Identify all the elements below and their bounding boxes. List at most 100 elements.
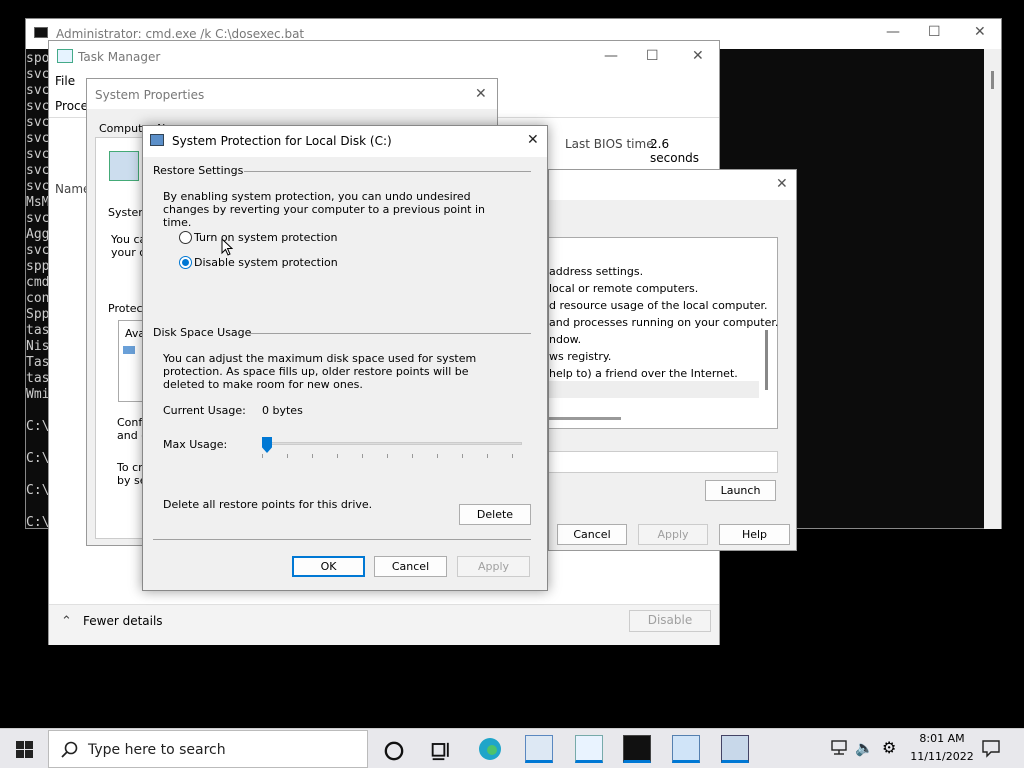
- fewer-details-link[interactable]: Fewer details: [83, 614, 163, 628]
- disable-label[interactable]: Disable system protection: [194, 256, 338, 269]
- slider-tick: [412, 454, 413, 458]
- cmd-line: C:\: [26, 483, 50, 498]
- cmd-line: spp: [26, 259, 50, 274]
- max-usage-slider[interactable]: [262, 437, 522, 466]
- cmd-line: Wmi: [26, 387, 50, 402]
- cmd-line: svc: [26, 67, 50, 82]
- task-manager-title: Task Manager: [78, 50, 161, 64]
- tool-description[interactable]: address settings.: [549, 265, 643, 278]
- cmd-line: MsM: [26, 195, 50, 210]
- cancel-button[interactable]: Cancel: [374, 556, 447, 577]
- cancel-button[interactable]: Cancel: [557, 524, 627, 545]
- minimize-icon[interactable]: —: [886, 25, 900, 39]
- taskbar-search[interactable]: Type here to search: [48, 730, 368, 768]
- cmd-line: C:\: [26, 419, 50, 434]
- minimize-icon[interactable]: —: [604, 49, 618, 63]
- cmd-line: svc: [26, 243, 50, 258]
- apply-button[interactable]: Apply: [638, 524, 708, 545]
- cmd-line: C:\: [26, 451, 50, 466]
- cmd-line: svc: [26, 83, 50, 98]
- restore-settings-heading: Restore Settings: [153, 164, 244, 177]
- start-icon[interactable]: [16, 741, 33, 758]
- sp-text-1: You ca: [111, 233, 147, 246]
- delete-text: Delete all restore points for this drive…: [163, 498, 373, 511]
- close-icon[interactable]: ✕: [974, 25, 986, 39]
- task-view-icon[interactable]: [428, 737, 456, 765]
- system-configuration-window[interactable]: ✕ address settings. local or remote compu…: [548, 169, 797, 551]
- cmd-line: con: [26, 291, 50, 306]
- sp-text-5: To cr: [117, 461, 143, 474]
- chevron-up-icon[interactable]: ⌃: [61, 614, 72, 629]
- system-config-app-icon[interactable]: [525, 735, 553, 763]
- cmd-line: Nis: [26, 339, 50, 354]
- cmd-line: Spp: [26, 307, 50, 322]
- delete-button[interactable]: Delete: [459, 504, 531, 525]
- slider-tick: [487, 454, 488, 458]
- close-icon[interactable]: ✕: [692, 49, 704, 63]
- cmd-line: svc: [26, 211, 50, 226]
- volume-icon[interactable]: 🔈: [855, 739, 874, 757]
- notifications-icon[interactable]: [982, 740, 1000, 758]
- tool-description[interactable]: and processes running on your computer.: [549, 316, 778, 329]
- dialog-titlebar[interactable]: System Protection for Local Disk (C:) ✕: [143, 126, 547, 157]
- cmd-line: [26, 467, 49, 483]
- settings-gear-icon[interactable]: ⚙: [882, 738, 896, 757]
- close-icon[interactable]: ✕: [527, 133, 539, 147]
- drive-icon: [123, 346, 135, 354]
- current-usage-value: 0 bytes: [262, 404, 303, 417]
- tool-description[interactable]: local or remote computers.: [549, 282, 698, 295]
- turn-on-label[interactable]: Turn on system protection: [194, 231, 337, 244]
- system-protection-dialog[interactable]: System Protection for Local Disk (C:) ✕ …: [142, 125, 548, 591]
- bios-label: Last BIOS time:: [565, 137, 658, 151]
- menu-file[interactable]: File: [55, 74, 75, 88]
- task-manager-icon: [57, 49, 73, 63]
- tool-description[interactable]: help to) a friend over the Internet.: [549, 367, 738, 380]
- cmd-line: svc: [26, 163, 50, 178]
- network-icon[interactable]: [830, 740, 848, 756]
- cmd-app-icon[interactable]: [623, 735, 651, 763]
- close-icon[interactable]: ✕: [776, 177, 788, 191]
- search-icon: [61, 741, 78, 758]
- slider-tick: [312, 454, 313, 458]
- maximize-icon[interactable]: ☐: [928, 25, 941, 39]
- dialog-title: System Protection for Local Disk (C:): [172, 134, 392, 148]
- search-placeholder: Type here to search: [88, 742, 226, 758]
- maximize-icon[interactable]: ☐: [646, 49, 659, 63]
- cmd-line: cmd: [26, 275, 50, 290]
- clock-time[interactable]: 8:01 AM: [908, 732, 976, 745]
- cmd-line: svc: [26, 179, 50, 194]
- ok-button[interactable]: OK: [292, 556, 365, 577]
- cmd-line: [26, 499, 49, 515]
- control-panel-app-icon[interactable]: [672, 735, 700, 763]
- clock-date[interactable]: 11/11/2022: [908, 750, 976, 763]
- tool-description[interactable]: ndow.: [549, 333, 581, 346]
- launch-button[interactable]: Launch: [705, 480, 776, 501]
- slider-tick: [437, 454, 438, 458]
- task-manager-app-icon[interactable]: [575, 735, 603, 763]
- edge-browser-icon[interactable]: [476, 735, 504, 763]
- task-view-circle-icon[interactable]: [380, 737, 408, 765]
- slider-thumb[interactable]: [262, 437, 272, 453]
- disk-space-heading: Disk Space Usage: [153, 326, 252, 339]
- turn-on-radio[interactable]: [179, 231, 192, 244]
- cmd-line: svc: [26, 131, 50, 146]
- cmd-line: [26, 435, 49, 451]
- tab-processes[interactable]: Proce: [55, 99, 88, 113]
- computer-icon: [109, 151, 139, 181]
- close-icon[interactable]: ✕: [475, 87, 487, 101]
- slider-tick: [387, 454, 388, 458]
- help-button[interactable]: Help: [719, 524, 790, 545]
- apply-button[interactable]: Apply: [457, 556, 530, 577]
- system-properties-app-icon[interactable]: [721, 735, 749, 763]
- disk-description: You can adjust the maximum disk space us…: [163, 352, 477, 391]
- system-properties-title: System Properties: [95, 88, 205, 102]
- disable-button[interactable]: Disable: [629, 610, 711, 632]
- cmd-line: spo: [26, 51, 50, 66]
- cmd-output: spo svc svc svc svc svc svc svc svc MsM svc Agg svc s…: [26, 51, 49, 531]
- disable-radio[interactable]: [179, 256, 192, 269]
- max-usage-label: Max Usage:: [163, 438, 228, 451]
- tool-description[interactable]: d resource usage of the local computer.: [549, 299, 768, 312]
- tool-description[interactable]: ws registry.: [549, 350, 611, 363]
- cmd-scrollbar[interactable]: [984, 49, 1001, 529]
- slider-tick: [512, 454, 513, 458]
